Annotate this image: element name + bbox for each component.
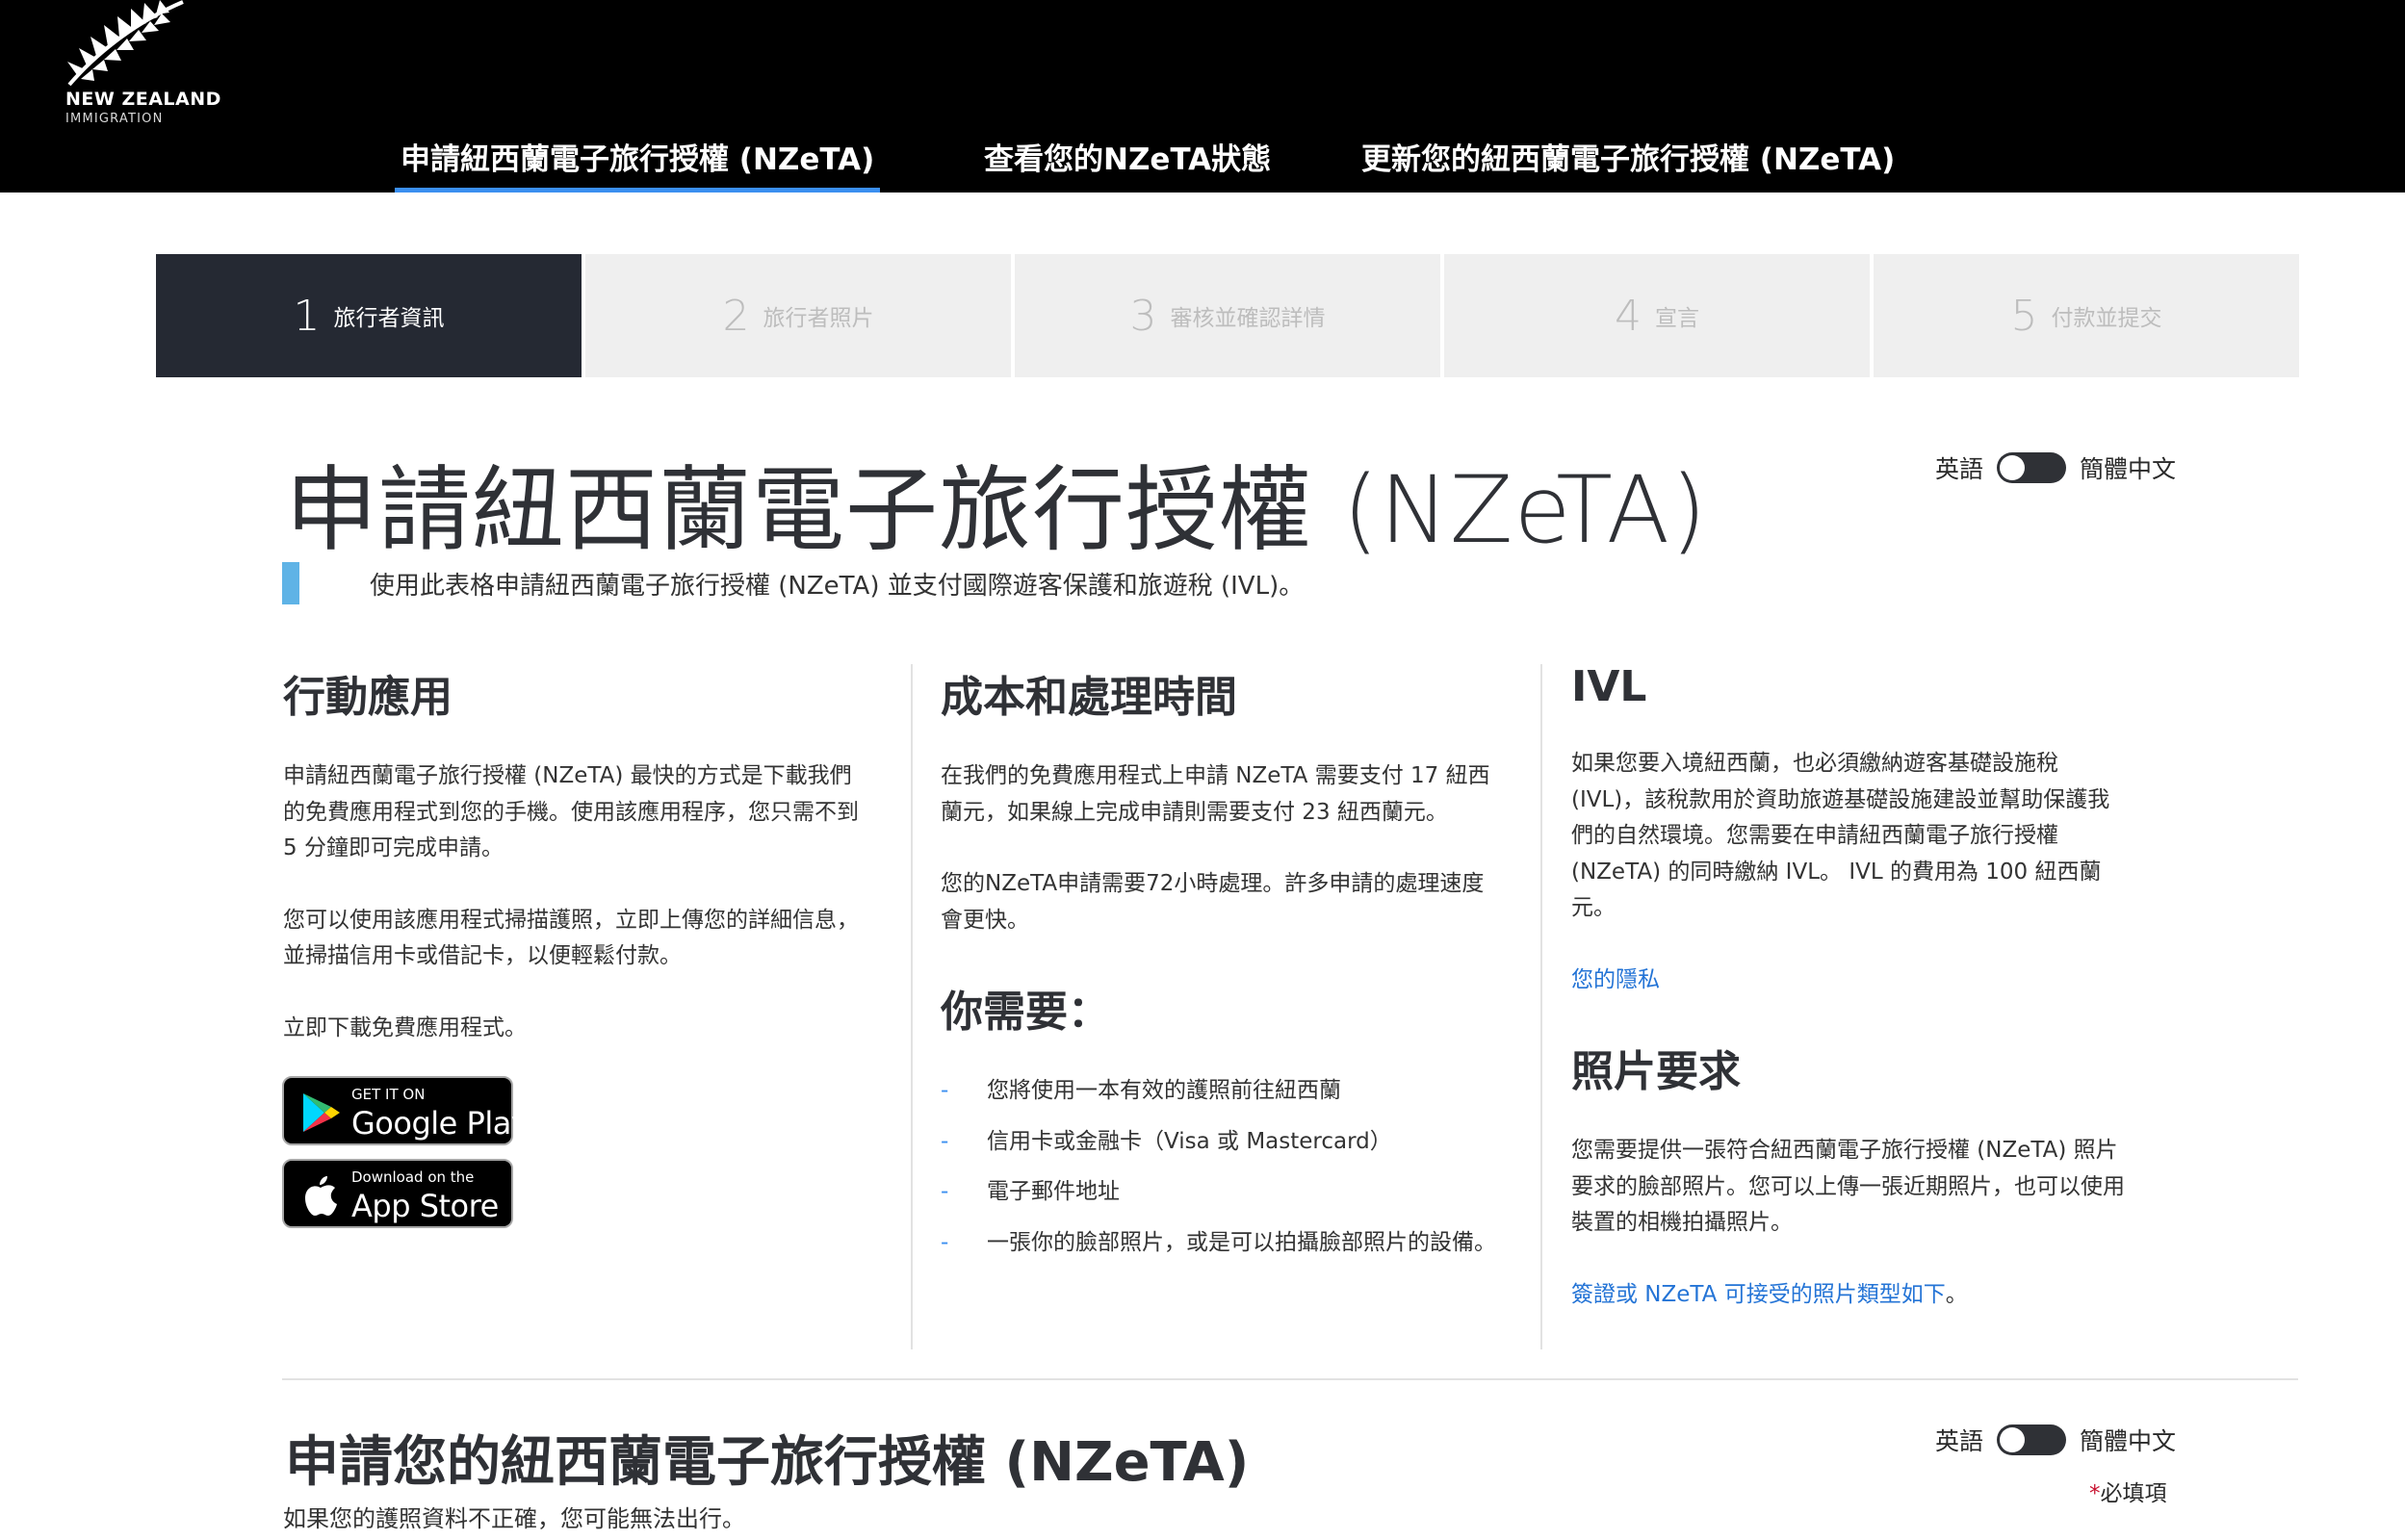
ivl-para: 如果您要入境紐西蘭，也必須繳納遊客基礎設施稅 (IVL)，該稅款用於資助旅遊基礎… bbox=[1571, 751, 2110, 920]
photo-requirements-para: 您需要提供一張符合紐西蘭電子旅行授權 (NZeTA) 照片要求的臉部照片。您可以… bbox=[1571, 1138, 2125, 1235]
mobile-app-para-2: 您可以使用該應用程式掃描護照，立即上傳您的詳細信息，並掃描信用卡或借記卡，以便輕… bbox=[283, 907, 859, 969]
mobile-app-para-1: 申請紐西蘭電子旅行授權 (NZeTA) 最快的方式是下載我們的免費應用程式到您的… bbox=[283, 763, 859, 860]
language-option-chinese[interactable]: 簡體中文 bbox=[2080, 1423, 2176, 1457]
cost-heading: 成本和處理時間 bbox=[941, 673, 1237, 722]
acceptable-photo-types-link[interactable]: 簽證或 NZeTA 可接受的照片類型如下 bbox=[1571, 1282, 1946, 1307]
language-switch[interactable] bbox=[1997, 1424, 2067, 1455]
app-store-button[interactable]: Download on the App Store bbox=[282, 1159, 513, 1228]
lead-text: 使用此表格申請紐西蘭電子旅行授權 (NZeTA) 並支付國際遊客保護和旅遊稅 (… bbox=[370, 572, 1305, 601]
google-play-icon bbox=[303, 1093, 340, 1132]
app-store-big-text: App Store bbox=[351, 1188, 499, 1224]
cost-section: 成本和處理時間 在我們的免費應用程式上申請 NZeTA 需要支付 17 紐西蘭元… bbox=[941, 662, 1505, 1261]
photo-link-wrap: 簽證或 NZeTA 可接受的照片類型如下。 bbox=[1571, 1277, 2130, 1314]
requirements-list: 您將使用一本有效的護照前往紐西蘭 信用卡或金融卡（Visa 或 Masterca… bbox=[941, 1073, 1505, 1261]
photo-requirements-heading: 照片要求 bbox=[1571, 1047, 1741, 1096]
ivl-heading: IVL bbox=[1571, 662, 1647, 711]
step-label: 付款並提交 bbox=[2051, 306, 2162, 331]
nz-immigration-logo[interactable]: NEW ZEALAND IMMIGRATION bbox=[64, 0, 220, 131]
step-number: 1 bbox=[293, 291, 321, 341]
step-number: 3 bbox=[1129, 291, 1157, 341]
mobile-app-heading: 行動應用 bbox=[283, 673, 453, 722]
cost-para-2: 您的NZeTA申請需要72小時處理。許多申請的處理速度會更快。 bbox=[941, 871, 1485, 933]
section-divider bbox=[282, 1378, 2298, 1380]
list-item: 信用卡或金融卡（Visa 或 Mastercard） bbox=[941, 1124, 1505, 1161]
privacy-link-wrap: 您的隱私 bbox=[1571, 962, 2130, 999]
step-traveller-info[interactable]: 1 旅行者資訊 bbox=[156, 254, 582, 377]
logo-text-immigration: IMMIGRATION bbox=[65, 112, 164, 126]
language-option-english[interactable]: 英語 bbox=[1935, 450, 1983, 485]
apple-icon bbox=[305, 1176, 337, 1216]
google-play-button[interactable]: GET IT ON Google Play bbox=[282, 1076, 530, 1145]
step-label: 旅行者資訊 bbox=[333, 306, 445, 331]
passport-warning-note: 如果您的護照資料不正確，您可能無法出行。 bbox=[283, 1505, 745, 1532]
form-title: 申請您的紐西蘭電子旅行授權 (NZeTA) bbox=[285, 1431, 1250, 1494]
language-option-chinese[interactable]: 簡體中文 bbox=[2080, 450, 2176, 485]
step-label: 旅行者照片 bbox=[763, 306, 874, 331]
app-store-small-text: Download on the bbox=[351, 1168, 475, 1186]
language-toggle-form: 英語 簡體中文 bbox=[1935, 1423, 2176, 1457]
step-number: 2 bbox=[722, 291, 750, 341]
step-label: 宣言 bbox=[1655, 306, 1699, 331]
list-item: 一張你的臉部照片，或是可以拍攝臉部照片的設備。 bbox=[941, 1225, 1505, 1262]
lead-accent-bar bbox=[282, 562, 299, 604]
step-traveller-photo[interactable]: 2 旅行者照片 bbox=[585, 254, 1011, 377]
language-option-english[interactable]: 英語 bbox=[1935, 1423, 1983, 1457]
step-label: 審核並確認詳情 bbox=[1170, 306, 1326, 331]
column-divider bbox=[911, 664, 913, 1349]
privacy-link[interactable]: 您的隱私 bbox=[1571, 967, 1660, 992]
language-toggle: 英語 簡體中文 bbox=[1935, 450, 2176, 485]
required-star: * bbox=[2089, 1481, 2101, 1506]
step-declaration[interactable]: 4 宣言 bbox=[1444, 254, 1870, 377]
column-divider bbox=[1540, 664, 1542, 1349]
cost-para-1: 在我們的免費應用程式上申請 NZeTA 需要支付 17 紐西蘭元，如果線上完成申… bbox=[941, 763, 1490, 825]
google-play-big-text: Google Play bbox=[351, 1105, 530, 1142]
page-title: 申請紐西蘭電子旅行授權 (NZeTA) bbox=[285, 456, 1708, 564]
required-label: 必填項 bbox=[2100, 1481, 2167, 1506]
silver-fern-icon bbox=[67, 0, 184, 87]
list-item: 您將使用一本有效的護照前往紐西蘭 bbox=[941, 1073, 1505, 1110]
step-pay-submit[interactable]: 5 付款並提交 bbox=[1874, 254, 2299, 377]
step-number: 4 bbox=[1615, 291, 1642, 341]
progress-stepper: 1 旅行者資訊 2 旅行者照片 3 審核並確認詳情 4 宣言 5 付款並提交 bbox=[156, 254, 2299, 377]
mobile-app-para-3: 立即下載免費應用程式。 bbox=[283, 1014, 527, 1040]
google-play-small-text: GET IT ON bbox=[351, 1086, 426, 1103]
photo-link-suffix: 。 bbox=[1945, 1281, 1968, 1307]
step-number: 5 bbox=[2010, 291, 2038, 341]
language-switch[interactable] bbox=[1997, 452, 2067, 483]
logo-text-new-zealand: NEW ZEALAND bbox=[65, 89, 221, 110]
required-field-note: *必填項 bbox=[2089, 1475, 2167, 1507]
list-item: 電子郵件地址 bbox=[941, 1174, 1505, 1211]
nav-tab-update[interactable]: 更新您的紐西蘭電子旅行授權 (NZeTA) bbox=[1361, 135, 1895, 192]
mobile-app-section: 行動應用 申請紐西蘭電子旅行授權 (NZeTA) 最快的方式是下載我們的免費應用… bbox=[283, 662, 870, 1046]
ivl-section: IVL 如果您要入境紐西蘭，也必須繳納遊客基礎設施稅 (IVL)，該稅款用於資助… bbox=[1571, 662, 2130, 1313]
step-review-confirm[interactable]: 3 審核並確認詳情 bbox=[1015, 254, 1440, 377]
you-need-heading: 你需要： bbox=[941, 988, 1110, 1037]
site-header: NEW ZEALAND IMMIGRATION 申請紐西蘭電子旅行授權 (NZe… bbox=[0, 0, 2405, 192]
nav-tab-check-status[interactable]: 查看您的NZeTA狀態 bbox=[984, 135, 1271, 192]
nav-tab-apply[interactable]: 申請紐西蘭電子旅行授權 (NZeTA) bbox=[394, 135, 881, 192]
